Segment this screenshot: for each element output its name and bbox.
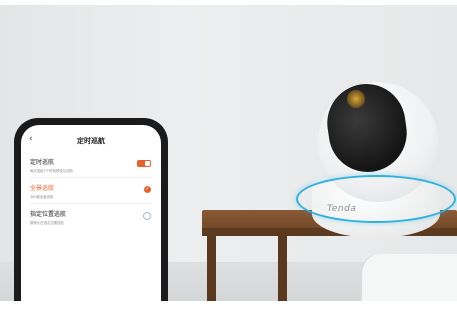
setting-row-panorama-cruise[interactable]: 全景巡航 360度全景巡航 ✓ [30,183,155,199]
divider [30,203,152,204]
chair [360,254,457,304]
table-leg-back [278,236,287,306]
setting-title: 指定位置巡航 [30,211,67,218]
divider [30,177,152,178]
setting-subtitle: 每天巡航2个时段预设位巡航 [30,169,73,173]
toggle-switch[interactable] [137,160,151,167]
check-icon[interactable]: ✓ [144,186,151,193]
setting-row-scheduled-cruise[interactable]: 定时巡航 每天巡航2个时段预设位巡航 [30,157,155,173]
setting-row-position-cruise[interactable]: 指定位置巡航 摄像头在指定位置巡航 [30,209,155,225]
camera-lens [347,90,365,108]
brand-logo: Tenda [327,204,357,214]
setting-subtitle: 360度全景巡航 [30,195,54,199]
setting-title: 全景巡航 [30,185,55,192]
screen-title: 定时巡航 [77,137,105,145]
rotation-ring [296,175,456,223]
phone-screen: ‹ 定时巡航 定时巡航 每天巡航2个时段预设位巡航 全景巡航 360度全景巡航 … [21,125,161,306]
bottom-border [0,301,457,309]
product-scene: Tenda ‹ 定时巡航 定时巡航 每天巡航2个时段预设位巡航 全景巡航 360… [0,0,457,309]
radio-icon[interactable] [143,212,151,220]
top-border [0,0,457,5]
setting-subtitle: 摄像头在指定位置巡航 [30,221,64,225]
table-leg-left [207,236,216,306]
